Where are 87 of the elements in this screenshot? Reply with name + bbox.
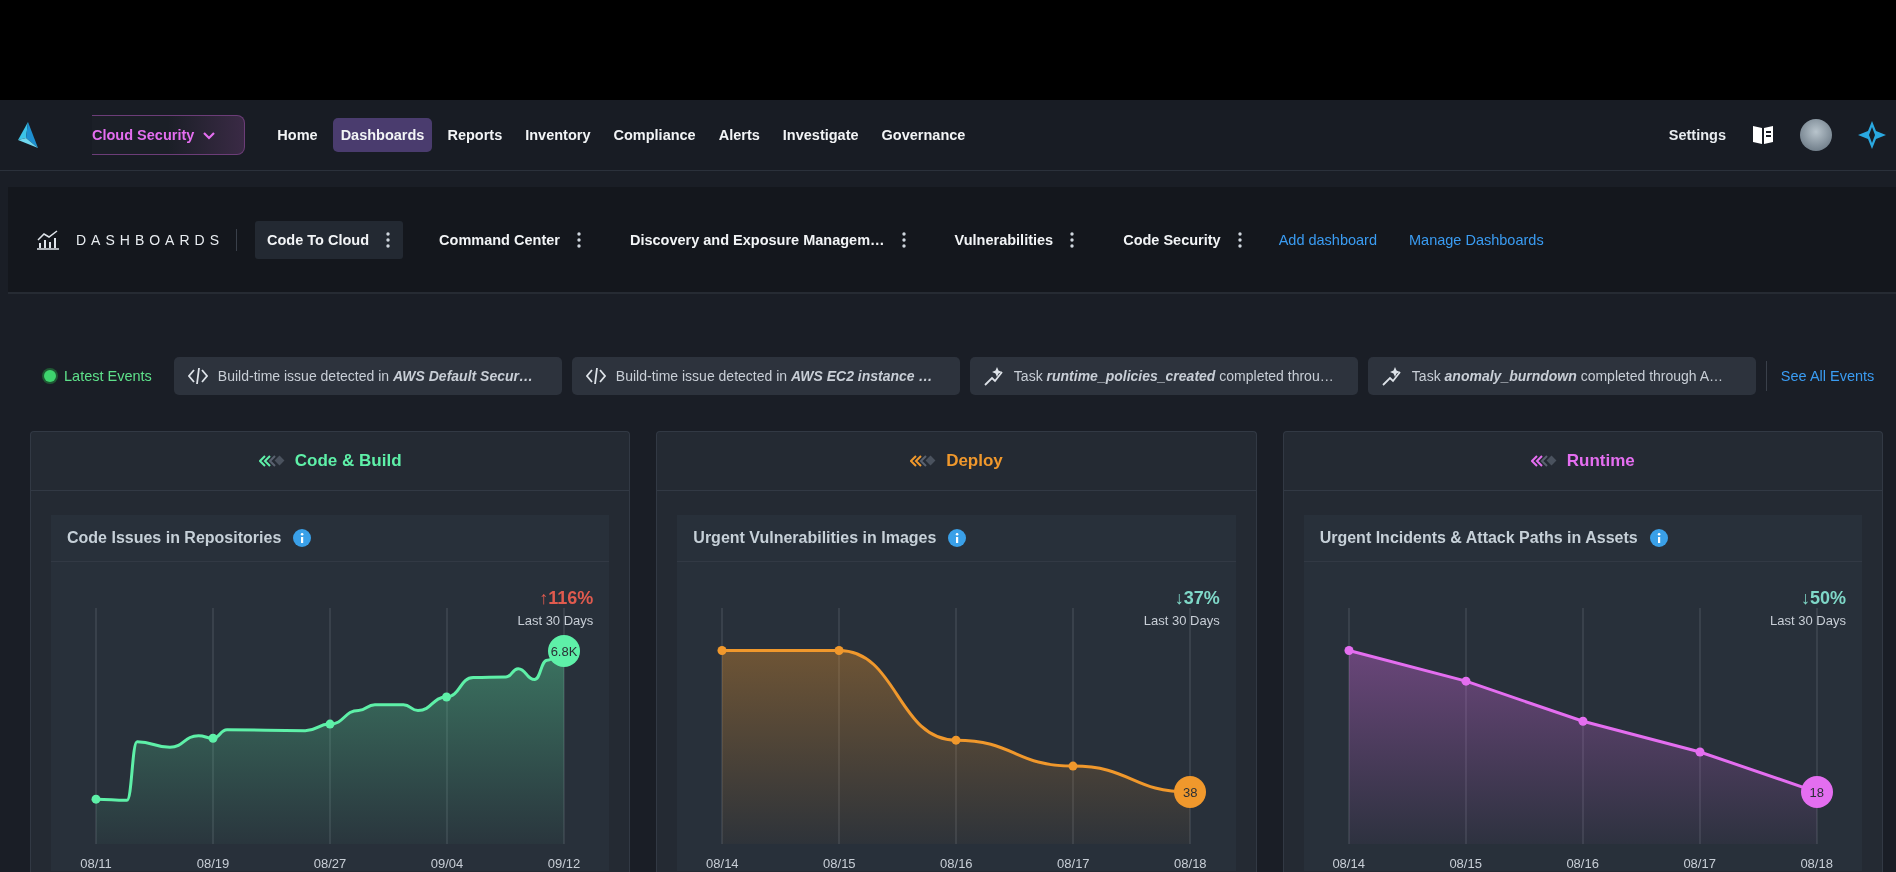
axis-label: 08/27	[313, 856, 347, 871]
axis-label: 08/18	[1800, 856, 1833, 871]
stage-title: Runtime	[1566, 451, 1635, 471]
more-icon	[1236, 230, 1243, 249]
data-point	[1068, 761, 1078, 771]
widget-title: Code Issues in Repositories	[67, 529, 282, 547]
see-all-events-link[interactable]: See All Events	[1780, 368, 1875, 384]
info-icon	[948, 529, 967, 547]
data-point	[717, 646, 727, 655]
axis-label: 08/17	[1683, 856, 1716, 871]
period-label: Last 30 Days	[1770, 613, 1846, 628]
section-title: DASHBOARDS	[76, 231, 225, 248]
chart-icon	[36, 228, 60, 251]
chevron-down-icon	[202, 129, 217, 141]
nav-tab[interactable]: Compliance	[605, 118, 704, 152]
stage-title: Code & Build	[294, 451, 402, 471]
nav-tab[interactable]: Governance	[873, 118, 974, 152]
data-point	[951, 735, 961, 745]
data-point	[1578, 716, 1588, 726]
axis-label: 09/12	[547, 856, 581, 871]
product-switcher[interactable]: Cloud Security	[92, 115, 246, 155]
dashboard-tab[interactable]: Vulnerabilities	[942, 220, 1088, 259]
data-point	[325, 719, 335, 729]
period-label: Last 30 Days	[1143, 613, 1220, 628]
axis-label: 08/11	[80, 856, 112, 871]
code-icon	[187, 366, 208, 386]
axis-label: 08/14	[706, 856, 739, 871]
settings-link[interactable]: Settings	[1668, 127, 1726, 143]
axis-label: 08/18	[1174, 856, 1207, 871]
axis-label: 08/17	[1057, 856, 1090, 871]
axis-label: 08/15	[823, 856, 856, 871]
chevrons-icon	[1530, 454, 1557, 468]
dashboard-link[interactable]: Add dashboard	[1278, 231, 1377, 248]
trend-change: ↓37%	[1174, 588, 1220, 609]
chevrons-icon	[258, 454, 285, 468]
app-logo-icon	[1858, 121, 1886, 149]
widget-title: Urgent Vulnerabilities in Images	[693, 529, 937, 547]
event-chip[interactable]: Build-time issue detected in AWS Default Secur…	[173, 357, 562, 395]
value-badge: 38	[1174, 776, 1207, 809]
data-point	[208, 733, 218, 743]
dashboard-tab[interactable]: Code Security	[1111, 220, 1255, 259]
info-icon	[293, 529, 312, 547]
data-point	[91, 794, 101, 804]
value-badge: 18	[1800, 776, 1833, 809]
dashboard-tab[interactable]: Discovery and Exposure Managem…	[617, 220, 919, 259]
nav-tab[interactable]: Inventory	[517, 118, 599, 152]
sparkle-trend-icon	[983, 366, 1004, 386]
more-icon	[385, 230, 392, 249]
dashboard-tab[interactable]: Code To Cloud	[255, 220, 404, 259]
event-chip[interactable]: Task anomaly_burndown completed through A…	[1367, 357, 1756, 395]
data-point	[834, 646, 844, 655]
axis-label: 08/19	[196, 856, 230, 871]
stage-title: Deploy	[946, 451, 1003, 471]
event-chip[interactable]: Task runtime_policies_created completed throu…	[969, 357, 1358, 395]
live-dot	[44, 370, 56, 382]
chevrons-icon	[910, 454, 937, 468]
book-icon	[1752, 123, 1774, 147]
more-icon	[575, 230, 582, 249]
axis-label: 08/16	[940, 856, 973, 871]
nav-tab[interactable]: Investigate	[774, 118, 867, 152]
axis-label: 08/16	[1566, 856, 1599, 871]
code-icon	[585, 366, 606, 386]
axis-label: 09/04	[430, 856, 464, 871]
user-avatar[interactable]	[1800, 119, 1832, 151]
dashboard-tab[interactable]: Command Center	[427, 220, 594, 259]
nav-tab[interactable]: Reports	[439, 118, 511, 152]
sparkle-trend-icon	[1381, 366, 1402, 386]
more-icon	[900, 230, 907, 249]
nav-tab[interactable]: Home	[269, 118, 326, 152]
dashboard-link[interactable]: Manage Dashboards	[1409, 231, 1544, 248]
trend-change: ↓50%	[1800, 588, 1846, 609]
nav-tab[interactable]: Alerts	[710, 118, 768, 152]
nav-tab[interactable]: Dashboards	[332, 118, 433, 152]
period-label: Last 30 Days	[517, 613, 594, 628]
data-point	[1344, 646, 1354, 655]
trend-change: ↑116%	[539, 588, 594, 609]
events-label: Latest Events	[64, 368, 152, 384]
axis-label: 08/14	[1332, 856, 1365, 871]
data-point	[442, 692, 452, 702]
widget-title: Urgent Incidents & Attack Paths in Assets	[1319, 529, 1638, 547]
event-chip[interactable]: Build-time issue detected in AWS EC2 instance …	[571, 357, 960, 395]
data-point	[1461, 676, 1471, 686]
info-icon	[1649, 529, 1668, 547]
axis-label: 08/15	[1449, 856, 1482, 871]
more-icon	[1069, 230, 1076, 249]
value-badge: 6.8K	[548, 635, 580, 668]
data-point	[1695, 747, 1705, 757]
